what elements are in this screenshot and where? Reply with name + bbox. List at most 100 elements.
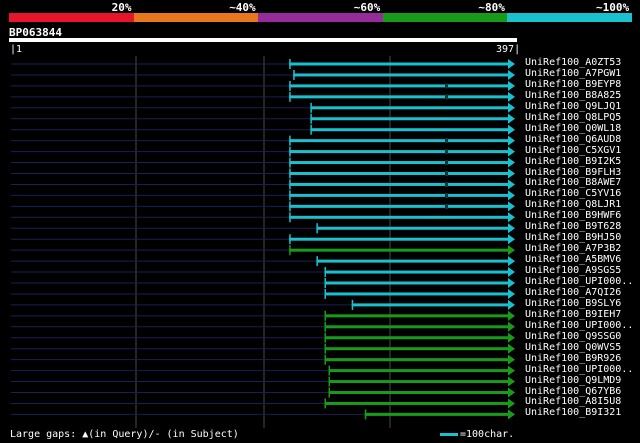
hit-label[interactable]: UniRef100_Q9LMD9	[525, 375, 621, 386]
hit-label[interactable]: UniRef100_Q0WL18	[525, 123, 621, 134]
gap-marker	[445, 94, 448, 100]
hit-row[interactable]	[11, 387, 515, 398]
hit-row[interactable]	[11, 168, 515, 179]
aligned-segment	[289, 248, 509, 252]
hit-label[interactable]: UniRef100_Q67YB6	[525, 386, 621, 397]
aligned-segment	[316, 226, 509, 230]
hit-label[interactable]: UniRef100_C5XGV1	[525, 145, 621, 156]
arrow-head	[508, 234, 515, 245]
hit-label[interactable]: UniRef100_B9I321	[525, 407, 621, 418]
aligned-segment	[324, 347, 509, 351]
hit-row[interactable]	[11, 245, 515, 256]
hit-row[interactable]	[11, 223, 515, 234]
hit-label[interactable]: UniRef100_A5BMV6	[525, 254, 621, 265]
start-tick	[324, 288, 326, 299]
hit-label[interactable]: UniRef100_B9FLH3	[525, 167, 621, 178]
aligned-segment	[289, 62, 509, 66]
hit-label[interactable]: UniRef100_B8A825	[525, 90, 621, 101]
arrow-head	[508, 256, 515, 267]
hit-row[interactable]	[11, 332, 515, 343]
start-tick	[328, 376, 331, 387]
start-tick	[324, 354, 326, 365]
aligned-segment	[289, 204, 509, 208]
hit-row[interactable]	[11, 299, 515, 310]
start-tick	[289, 146, 291, 157]
hit-row[interactable]	[11, 278, 515, 288]
hit-label[interactable]: UniRef100_B9T628	[525, 221, 621, 232]
hit-row[interactable]	[11, 69, 515, 80]
hit-row[interactable]	[11, 354, 515, 365]
hit-label[interactable]: UniRef100_B9EYP8	[525, 79, 621, 90]
hit-row[interactable]	[11, 321, 515, 332]
hit-label[interactable]: UniRef100_C5YV16	[525, 188, 621, 199]
hit-label[interactable]: UniRef100_A7P3B2	[525, 243, 621, 254]
hit-row[interactable]	[11, 201, 515, 212]
arrow-head	[508, 102, 515, 113]
aligned-segment	[324, 336, 509, 340]
hit-row[interactable]	[11, 113, 515, 124]
hit-row[interactable]	[11, 80, 515, 91]
hit-row[interactable]	[11, 59, 515, 69]
arrow-head	[508, 91, 515, 102]
start-tick	[310, 124, 312, 135]
hit-label[interactable]: UniRef100_Q6AUD8	[525, 134, 621, 145]
hit-row[interactable]	[11, 157, 515, 168]
hit-label[interactable]: UniRef100_A9SGS5	[525, 265, 621, 276]
hit-label[interactable]: UniRef100_UPI000..	[525, 276, 633, 287]
hit-row[interactable]	[11, 267, 515, 278]
hit-row[interactable]	[11, 146, 515, 157]
hit-label[interactable]: UniRef100_B9R926	[525, 353, 621, 364]
arrow-head	[508, 59, 515, 69]
hit-row[interactable]	[11, 256, 515, 267]
start-tick	[289, 179, 291, 190]
hit-label[interactable]: UniRef100_A7PGW1	[525, 68, 621, 79]
hit-label[interactable]: UniRef100_B9I2K5	[525, 156, 621, 167]
hit-row[interactable]	[11, 376, 515, 387]
hit-row[interactable]	[11, 135, 515, 146]
hit-label[interactable]: UniRef100_Q9LJQ1	[525, 101, 621, 112]
arrow-head	[508, 168, 515, 179]
hit-row[interactable]	[11, 288, 515, 299]
hit-label[interactable]: UniRef100_A0ZT53	[525, 57, 621, 68]
aligned-segment	[324, 358, 509, 362]
hit-row[interactable]	[11, 409, 515, 420]
hit-row[interactable]	[11, 310, 515, 321]
arrow-head	[508, 146, 515, 157]
hit-label[interactable]: UniRef100_Q9SSG0	[525, 331, 621, 342]
hit-label[interactable]: UniRef100_A8I5U8	[525, 396, 621, 407]
hit-row[interactable]	[11, 124, 515, 135]
hit-row[interactable]	[11, 398, 515, 409]
arrow-head	[508, 69, 515, 80]
hit-label[interactable]: UniRef100_B8AWE7	[525, 177, 621, 188]
hit-row[interactable]	[11, 179, 515, 190]
aligned-segment	[328, 391, 509, 394]
hit-label[interactable]: UniRef100_B9HWF6	[525, 210, 621, 221]
hit-label[interactable]: UniRef100_A7QI26	[525, 287, 621, 298]
hit-row[interactable]	[11, 91, 515, 102]
hit-row[interactable]	[11, 365, 515, 376]
hit-label[interactable]: UniRef100_Q8LJR1	[525, 199, 621, 210]
aligned-segment	[324, 281, 509, 285]
arrow-head	[508, 343, 515, 354]
start-tick	[316, 223, 318, 234]
hit-label[interactable]: UniRef100_Q0WVS5	[525, 342, 621, 353]
hit-label[interactable]: UniRef100_B9IEH7	[525, 309, 621, 320]
hit-label[interactable]: UniRef100_B9HJ50	[525, 232, 621, 243]
start-tick	[289, 190, 291, 201]
arrow-head	[508, 267, 515, 278]
hit-row[interactable]	[11, 212, 515, 223]
aligned-segment	[289, 95, 509, 99]
gaps-legend-text: Large gaps: ▲(in Query)/- (in Subject)	[10, 429, 239, 440]
hit-label[interactable]: UniRef100_B9SLY6	[525, 298, 621, 309]
aligned-segment	[364, 412, 509, 416]
hit-row[interactable]	[11, 190, 515, 201]
hit-label[interactable]: UniRef100_UPI000..	[525, 364, 633, 375]
hit-row[interactable]	[11, 234, 515, 245]
hit-row[interactable]	[11, 102, 515, 113]
hit-row[interactable]	[11, 343, 515, 354]
hit-label[interactable]: UniRef100_UPI000..	[525, 320, 633, 331]
aligned-segment	[324, 314, 509, 318]
aligned-segment	[289, 193, 509, 197]
start-tick	[289, 135, 291, 146]
hit-label[interactable]: UniRef100_Q8LPQ5	[525, 112, 621, 123]
